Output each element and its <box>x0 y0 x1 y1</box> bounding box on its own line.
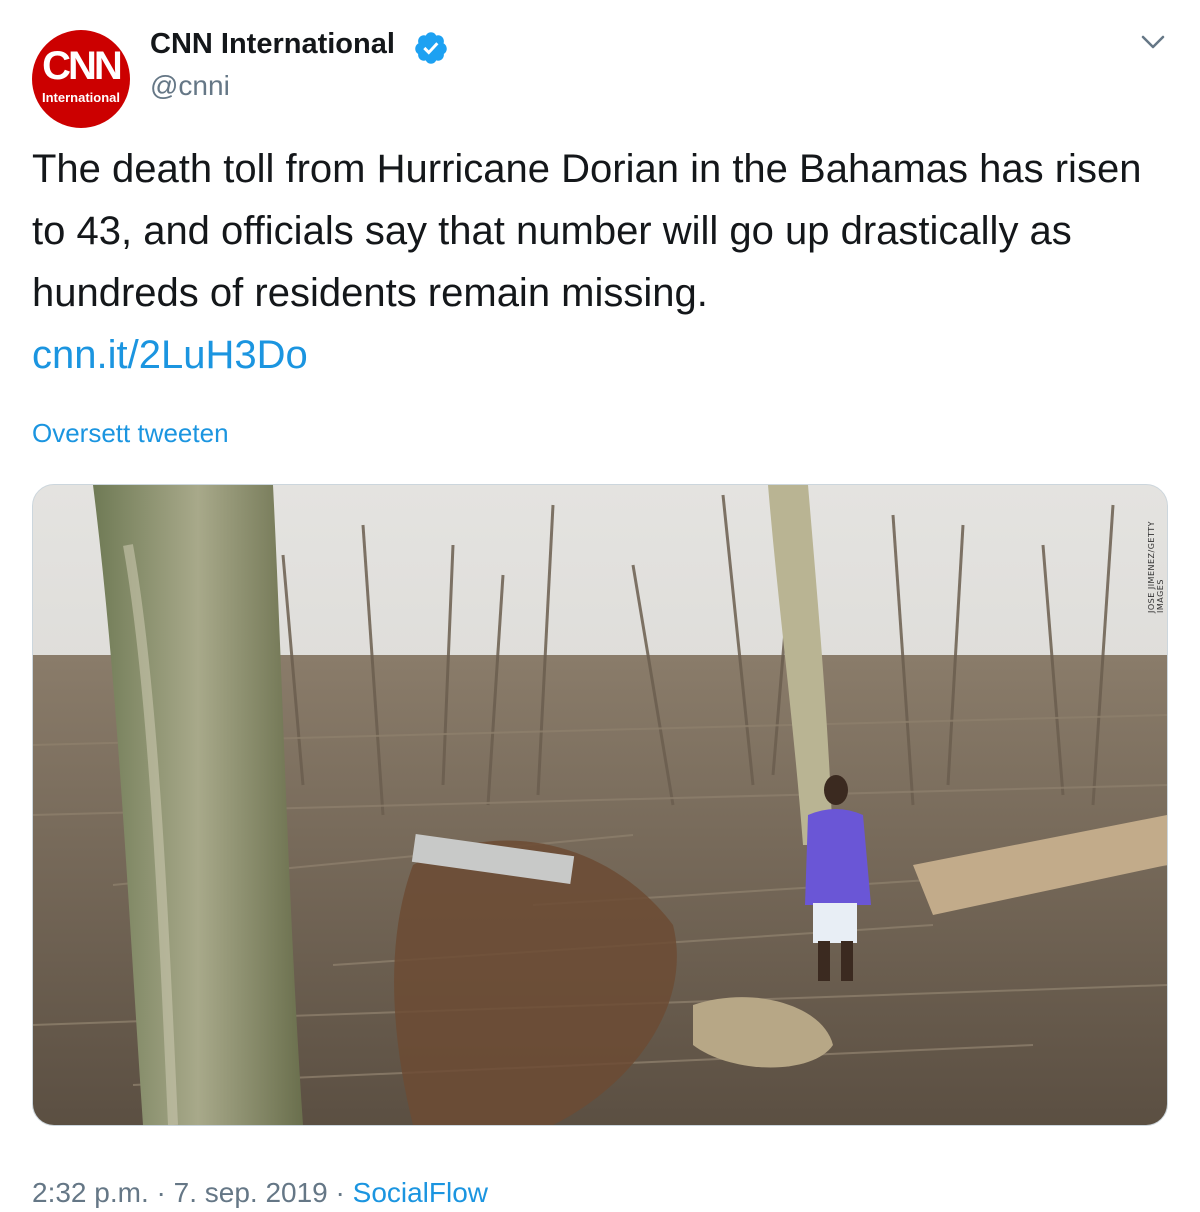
author-handle[interactable]: @cnni <box>150 70 230 102</box>
tweet-text: The death toll from Hurricane Dorian in … <box>32 147 1142 315</box>
author-display-name[interactable]: CNN International <box>150 28 395 61</box>
chevron-down-icon[interactable] <box>1138 30 1168 54</box>
tweet-text-block: The death toll from Hurricane Dorian in … <box>32 138 1172 386</box>
tweet-media-photo[interactable]: JOSE JIMENEZ/GETTY IMAGES <box>32 484 1168 1126</box>
tweet-card: CNN International CNN International @cnn… <box>0 0 1200 1212</box>
hurricane-damage-photo <box>33 485 1167 1125</box>
avatar-logo-text: CNN <box>42 44 123 88</box>
tweet-meta: 2:32 p.m. · 7. sep. 2019 · SocialFlow <box>32 1177 488 1209</box>
media-credit: JOSE JIMENEZ/GETTY IMAGES <box>1147 521 1165 613</box>
tweet-link[interactable]: cnn.it/2LuH3Do <box>32 324 1172 386</box>
tweet-source-link[interactable]: SocialFlow <box>353 1177 488 1208</box>
verified-badge-icon <box>415 32 447 64</box>
translate-tweet-link[interactable]: Oversett tweeten <box>32 418 229 449</box>
avatar-subtext: International <box>41 90 120 105</box>
tweet-time[interactable]: 2:32 p.m. <box>32 1177 149 1208</box>
avatar[interactable]: CNN International <box>32 30 130 128</box>
meta-separator: · <box>335 1177 345 1208</box>
meta-separator: · <box>156 1177 166 1208</box>
tweet-date[interactable]: 7. sep. 2019 <box>174 1177 328 1208</box>
